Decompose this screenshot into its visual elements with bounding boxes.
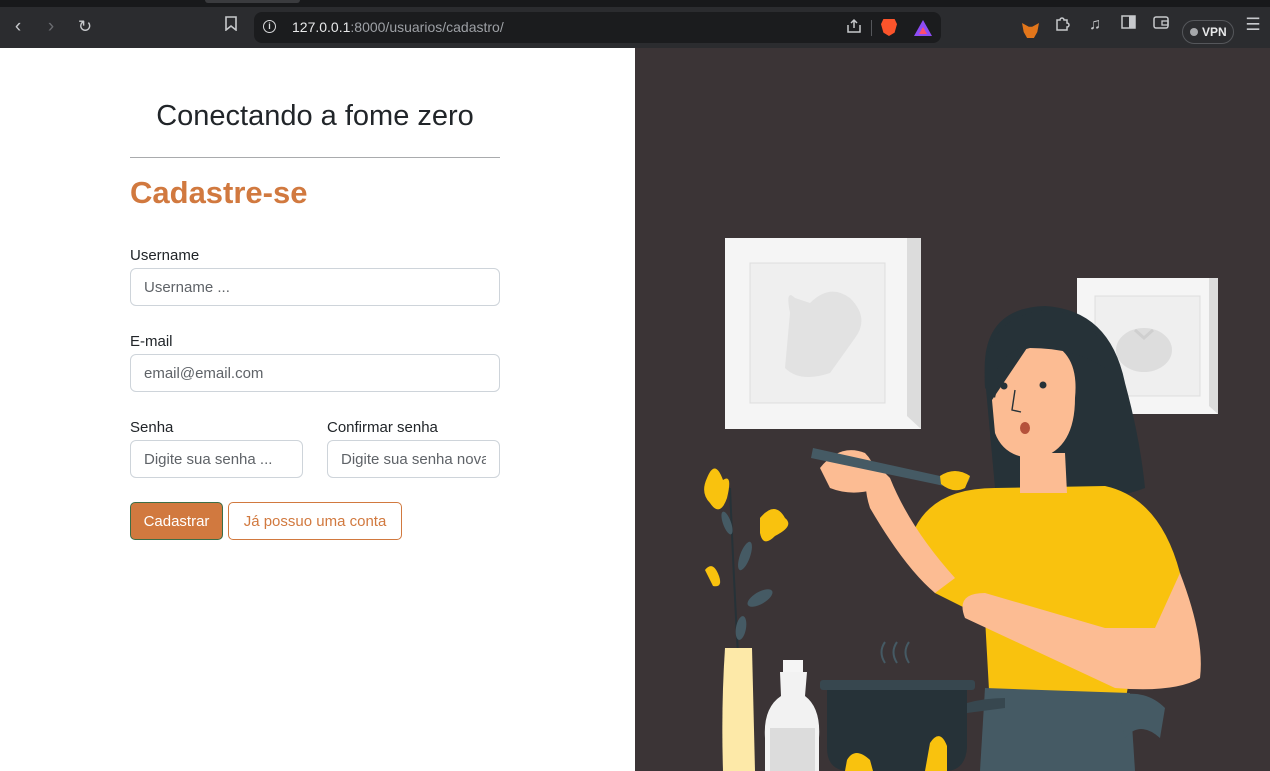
url-text[interactable]: 127.0.0.1:8000/usuarios/cadastro/ [292, 19, 504, 35]
address-bar-divider [871, 20, 872, 36]
brave-shield-icon[interactable] [881, 19, 897, 36]
framed-mitt-picture [725, 238, 921, 429]
password-label: Senha [130, 419, 174, 436]
vpn-status-icon [1190, 28, 1198, 36]
brave-rewards-icon[interactable] [914, 20, 932, 36]
puzzle-icon[interactable] [1052, 15, 1072, 35]
form-heading: Cadastre-se [130, 175, 308, 210]
password-input[interactable] [130, 440, 303, 478]
confirm-password-input[interactable] [327, 440, 500, 478]
have-account-button[interactable]: Já possuo uma conta [228, 502, 402, 540]
register-button[interactable]: Cadastrar [130, 502, 223, 540]
url-path: :8000/usuarios/cadastro/ [350, 19, 504, 35]
vpn-label: VPN [1202, 25, 1227, 39]
username-input[interactable] [130, 268, 500, 306]
sidebar-icon[interactable] [1118, 15, 1138, 35]
browser-toolbar: ‹ › ↻ i 127.0.0.1:8000/usuarios/cadastro… [0, 0, 1270, 48]
cooking-pot [820, 641, 1005, 771]
vpn-button[interactable]: VPN [1182, 20, 1234, 44]
share-icon[interactable] [846, 18, 862, 38]
music-note-icon[interactable]: ♫ [1085, 15, 1105, 35]
back-arrow-icon[interactable]: ‹ [6, 15, 30, 39]
address-bar[interactable]: i 127.0.0.1:8000/usuarios/cadastro/ [254, 12, 941, 43]
info-icon[interactable]: i [263, 20, 276, 33]
active-tab-indicator [205, 0, 300, 3]
confirm-password-label: Confirmar senha [327, 419, 438, 436]
url-host: 127.0.0.1 [292, 19, 351, 35]
forward-arrow-icon[interactable]: › [39, 15, 63, 39]
illustration-panel [635, 48, 1270, 771]
wallet-icon[interactable] [1151, 15, 1171, 35]
woman-cooking-illustration [704, 238, 1218, 771]
bookmark-icon[interactable] [219, 15, 243, 39]
metamask-fox-icon[interactable] [1022, 23, 1039, 38]
username-label: Username [130, 247, 200, 264]
reload-icon[interactable]: ↻ [73, 15, 97, 39]
title-divider [130, 157, 500, 158]
email-label: E-mail [130, 333, 173, 350]
bottle [764, 660, 820, 771]
email-input[interactable] [130, 354, 500, 392]
registration-panel: Conectando a fome zero Cadastre-se Usern… [0, 48, 635, 771]
hamburger-menu-icon[interactable]: ☰ [1243, 15, 1263, 35]
page-title: Conectando a fome zero [156, 100, 474, 132]
